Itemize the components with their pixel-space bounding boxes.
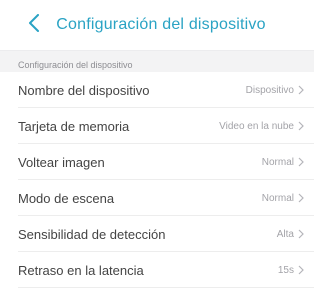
setting-value: Normal [261,192,294,204]
back-button[interactable] [24,12,44,38]
nav-header: Configuración del dispositivo [0,0,314,50]
setting-label: Modo de escena [18,190,115,206]
setting-row-device-name[interactable]: Nombre del dispositivo Dispositivo [0,72,314,108]
setting-label: Sensibilidad de detección [18,226,166,242]
chevron-right-icon [298,157,304,167]
section-header: Configuración del dispositivo [0,50,314,72]
chevron-right-icon [298,193,304,203]
chevron-left-icon [28,13,40,37]
setting-row-flip-image[interactable]: Voltear imagen Normal [0,144,314,180]
chevron-right-icon [298,265,304,275]
chevron-right-icon [298,229,304,239]
setting-value: Alta [276,228,294,240]
setting-row-scene-mode[interactable]: Modo de escena Normal [0,180,314,216]
setting-label: Tarjeta de memoria [18,118,130,134]
chevron-right-icon [298,85,304,95]
page-title: Configuración del dispositivo [56,16,266,33]
setting-label: Nombre del dispositivo [18,82,150,98]
setting-row-memory-card[interactable]: Tarjeta de memoria Video en la nube [0,108,314,144]
setting-row-detection-sensitivity[interactable]: Sensibilidad de detección Alta [0,216,314,252]
setting-value: Dispositivo [245,84,294,96]
setting-value: Normal [261,156,294,168]
setting-value: Video en la nube [219,120,294,132]
setting-value: 15s [277,264,294,276]
chevron-right-icon [298,121,304,131]
setting-row-latency-delay[interactable]: Retraso en la latencia 15s [0,252,314,288]
setting-label: Retraso en la latencia [18,262,144,278]
setting-label: Voltear imagen [18,154,105,170]
settings-list: Nombre del dispositivo Dispositivo Tarje… [0,72,314,288]
